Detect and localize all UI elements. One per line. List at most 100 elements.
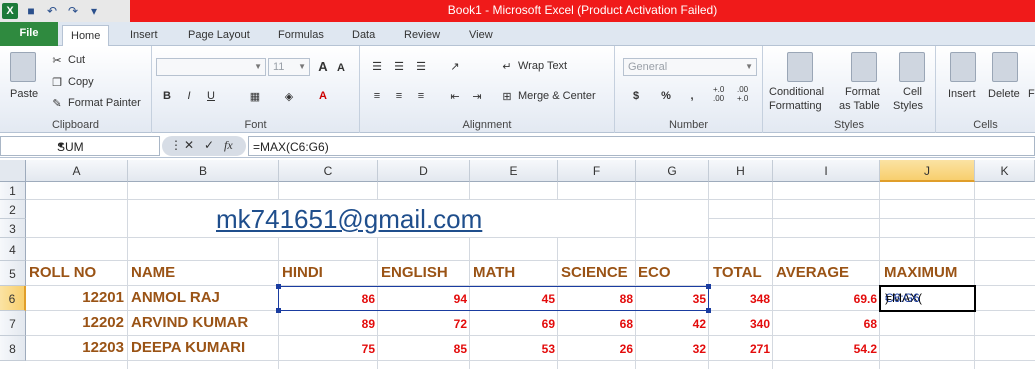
worksheet-grid[interactable]: A B C D E F G H I J K 1 2 3 4 5 6 7 8 mk… xyxy=(0,160,1035,369)
cut-icon[interactable]: ✂ xyxy=(50,54,64,67)
tab-formulas[interactable]: Formulas xyxy=(270,25,332,46)
merge-center-icon[interactable]: ⊞ xyxy=(500,90,514,103)
insert-function-icon[interactable]: fx xyxy=(224,138,233,153)
cell-english[interactable]: 72 xyxy=(378,317,467,331)
decrease-indent-icon[interactable]: ⇤ xyxy=(448,90,462,103)
cell-roll[interactable]: 12203 xyxy=(26,339,124,356)
cell-hindi[interactable]: 75 xyxy=(279,342,375,356)
undo-icon[interactable]: ↶ xyxy=(44,3,60,19)
increase-indent-icon[interactable]: ⇥ xyxy=(470,90,484,103)
paste-icon[interactable] xyxy=(10,52,36,82)
row-header-5[interactable]: 5 xyxy=(0,261,26,286)
cell-eco[interactable]: 42 xyxy=(636,317,706,331)
italic-button[interactable]: I xyxy=(182,90,196,102)
decrease-decimal-icon[interactable]: .00 +.0 xyxy=(737,85,759,103)
number-format-select[interactable]: General ▼ xyxy=(623,58,757,76)
cell-styles-icon[interactable] xyxy=(899,52,925,82)
confirm-entry-icon[interactable]: ✓ xyxy=(204,138,214,152)
tab-data[interactable]: Data xyxy=(344,25,383,46)
align-left-icon[interactable]: ≡ xyxy=(370,90,384,102)
tab-page-layout[interactable]: Page Layout xyxy=(180,25,258,46)
tab-file[interactable]: File xyxy=(0,22,58,46)
wrap-text-button[interactable]: Wrap Text xyxy=(518,60,567,72)
cell-total[interactable]: 271 xyxy=(709,342,770,356)
row-header-8[interactable]: 8 xyxy=(0,336,26,361)
redo-icon[interactable]: ↷ xyxy=(65,3,81,19)
cell-math[interactable]: 53 xyxy=(470,342,555,356)
shrink-font-icon[interactable]: A xyxy=(334,62,348,74)
conditional-formatting-button[interactable]: Conditional xyxy=(769,86,824,98)
cell-name[interactable]: ARVIND KUMAR xyxy=(131,314,248,331)
range-handle[interactable] xyxy=(276,284,281,289)
cell-english[interactable]: 85 xyxy=(378,342,467,356)
underline-button[interactable]: U xyxy=(204,90,218,102)
email-text[interactable]: mk741651@gmail.com xyxy=(216,204,482,235)
format-as-table-button-line2[interactable]: as Table xyxy=(839,100,880,112)
copy-button[interactable]: Copy xyxy=(68,76,94,88)
insert-cells-icon[interactable] xyxy=(950,52,976,82)
row-header-2[interactable]: 2 xyxy=(0,200,26,219)
column-header-a[interactable]: A xyxy=(26,160,128,182)
currency-button[interactable]: $ xyxy=(629,90,643,102)
range-handle[interactable] xyxy=(706,308,711,313)
font-size-select[interactable]: 11 ▼ xyxy=(268,58,310,76)
customize-qat-icon[interactable]: ▾ xyxy=(86,3,102,19)
cell-average[interactable]: 69.6 xyxy=(773,292,877,306)
increase-decimal-icon[interactable]: +.0 .00 xyxy=(713,85,735,103)
tab-home[interactable]: Home xyxy=(62,25,110,47)
cell-total[interactable]: 340 xyxy=(709,317,770,331)
format-painter-button[interactable]: Format Painter xyxy=(68,97,141,109)
formula-input[interactable]: =MAX(C6:G6) xyxy=(248,136,1035,156)
format-painter-icon[interactable]: ✎ xyxy=(50,97,64,110)
conditional-formatting-icon[interactable] xyxy=(787,52,813,82)
cell-math[interactable]: 69 xyxy=(470,317,555,331)
cell-roll[interactable]: 12201 xyxy=(26,289,124,306)
row-header-4[interactable]: 4 xyxy=(0,238,26,261)
grow-font-icon[interactable]: A xyxy=(316,59,330,74)
tab-insert[interactable]: Insert xyxy=(122,25,166,46)
merge-center-button[interactable]: Merge & Center xyxy=(518,90,596,102)
range-handle[interactable] xyxy=(276,308,281,313)
row-header-7[interactable]: 7 xyxy=(0,311,26,336)
wrap-text-icon[interactable]: ↵ xyxy=(500,60,514,73)
row-header-6[interactable]: 6 xyxy=(0,286,26,311)
cell-average[interactable]: 54.2 xyxy=(773,342,877,356)
delete-cells-icon[interactable] xyxy=(992,52,1018,82)
cell-science[interactable]: 26 xyxy=(558,342,633,356)
bold-button[interactable]: B xyxy=(160,90,174,102)
cancel-entry-icon[interactable]: ✕ xyxy=(184,138,194,152)
comma-button[interactable]: , xyxy=(685,90,699,102)
formula-options-icon[interactable]: ⋮ xyxy=(170,138,182,152)
cell-science[interactable]: 68 xyxy=(558,317,633,331)
column-header-d[interactable]: D xyxy=(378,160,470,182)
column-header-b[interactable]: B xyxy=(128,160,279,182)
align-top-icon[interactable]: ☰ xyxy=(370,60,384,73)
format-cells-button[interactable]: F xyxy=(1028,88,1035,100)
borders-icon[interactable]: ▦ xyxy=(248,90,262,103)
active-cell-editor[interactable]: =MAX(C6:G6) xyxy=(879,285,976,312)
align-bottom-icon[interactable]: ☰ xyxy=(414,60,428,73)
percent-button[interactable]: % xyxy=(659,90,673,102)
cut-button[interactable]: Cut xyxy=(68,54,85,66)
paste-button[interactable]: Paste xyxy=(10,88,38,100)
format-as-table-button[interactable]: Format xyxy=(845,86,880,98)
column-header-k[interactable]: K xyxy=(975,160,1035,182)
name-box-dropdown-icon[interactable]: ▼ xyxy=(57,141,155,150)
column-header-g[interactable]: G xyxy=(636,160,709,182)
save-icon[interactable]: ■ xyxy=(23,3,39,19)
fill-color-icon[interactable]: ◈ xyxy=(282,90,296,103)
column-header-f[interactable]: F xyxy=(558,160,636,182)
column-header-c[interactable]: C xyxy=(279,160,378,182)
conditional-formatting-button-line2[interactable]: Formatting xyxy=(769,100,822,112)
range-handle[interactable] xyxy=(706,284,711,289)
column-header-h[interactable]: H xyxy=(709,160,773,182)
column-header-i[interactable]: I xyxy=(773,160,880,182)
cell-total[interactable]: 348 xyxy=(709,292,770,306)
font-color-icon[interactable]: A xyxy=(316,90,330,102)
align-middle-icon[interactable]: ☰ xyxy=(392,60,406,73)
select-all-button[interactable] xyxy=(0,160,26,182)
align-center-icon[interactable]: ≡ xyxy=(392,90,406,102)
tab-review[interactable]: Review xyxy=(396,25,448,46)
cell-name[interactable]: ANMOL RAJ xyxy=(131,289,220,306)
copy-icon[interactable]: ❐ xyxy=(50,76,64,89)
